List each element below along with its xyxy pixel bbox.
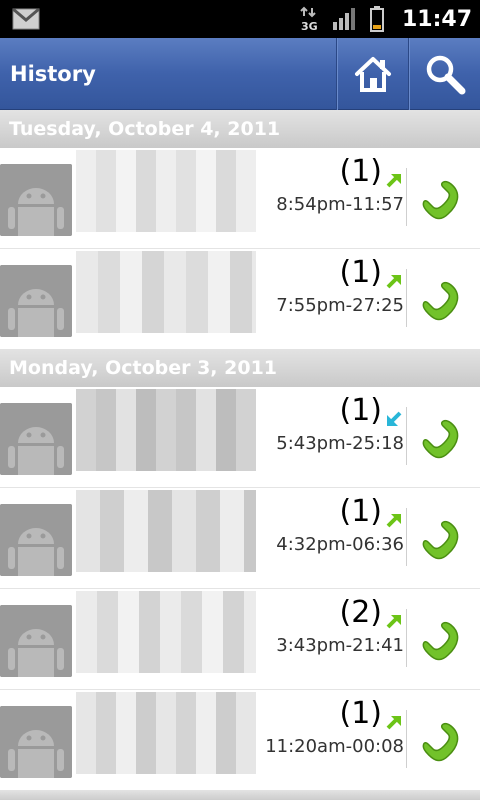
outgoing-call-arrow-icon bbox=[386, 174, 401, 188]
android-icon bbox=[0, 265, 72, 337]
call-time: 5:43pm-25:18 bbox=[276, 433, 404, 454]
call-count: (1) bbox=[339, 154, 383, 189]
home-button[interactable] bbox=[336, 38, 408, 110]
call-time: 7:55pm-27:25 bbox=[276, 295, 404, 316]
row-divider bbox=[406, 609, 407, 667]
contact-avatar bbox=[0, 605, 72, 677]
status-bar: 3G 11:47 bbox=[0, 0, 480, 38]
call-log-row[interactable]: (1) 4:32pm-06:36 bbox=[0, 488, 480, 589]
call-button-phone-icon[interactable] bbox=[418, 415, 470, 465]
call-time: 8:54pm-11:57 bbox=[276, 194, 404, 215]
title-bar: History bbox=[0, 38, 480, 110]
row-divider bbox=[406, 407, 407, 465]
call-time: 3:43pm-21:41 bbox=[276, 635, 404, 656]
row-divider bbox=[406, 269, 407, 327]
call-count: (1) bbox=[339, 255, 383, 290]
call-button-phone-icon[interactable] bbox=[418, 277, 470, 327]
gmail-icon bbox=[12, 8, 40, 30]
call-log-row[interactable]: (1) 8:54pm-11:57 bbox=[0, 148, 480, 249]
redacted-contact-name bbox=[76, 251, 256, 333]
battery-icon bbox=[369, 6, 384, 32]
call-count: (1) bbox=[339, 696, 383, 731]
call-button-phone-icon[interactable] bbox=[418, 718, 470, 768]
outgoing-call-arrow-icon bbox=[386, 514, 401, 528]
contact-avatar bbox=[0, 706, 72, 778]
call-count: (2) bbox=[339, 595, 383, 630]
redacted-contact-name bbox=[76, 692, 256, 774]
call-log-row[interactable]: (1) 11:20am-00:08 bbox=[0, 690, 480, 791]
redacted-contact-name bbox=[76, 490, 256, 572]
redacted-contact-name bbox=[76, 389, 256, 471]
android-icon bbox=[0, 605, 72, 677]
date-header: Tuesday, October 4, 2011 bbox=[0, 110, 480, 148]
call-log-row[interactable]: (2) 3:43pm-21:41 bbox=[0, 589, 480, 690]
call-log-row[interactable]: (1) 5:43pm-25:18 bbox=[0, 387, 480, 488]
contact-avatar bbox=[0, 504, 72, 576]
contact-avatar bbox=[0, 403, 72, 475]
outgoing-call-arrow-icon bbox=[386, 716, 401, 730]
search-button[interactable] bbox=[408, 38, 480, 110]
row-divider bbox=[406, 168, 407, 226]
redacted-contact-name bbox=[76, 150, 256, 232]
android-icon bbox=[0, 164, 72, 236]
row-divider bbox=[406, 508, 407, 566]
android-icon bbox=[0, 706, 72, 778]
date-header: Monday, October 3, 2011 bbox=[0, 349, 480, 387]
call-button-phone-icon[interactable] bbox=[418, 516, 470, 566]
android-icon bbox=[0, 403, 72, 475]
call-button-phone-icon[interactable] bbox=[418, 176, 470, 226]
row-divider bbox=[406, 710, 407, 768]
contact-avatar bbox=[0, 164, 72, 236]
incoming-call-arrow-icon bbox=[387, 411, 402, 426]
call-count: (1) bbox=[339, 494, 383, 529]
page-title: History bbox=[10, 62, 96, 86]
call-time: 4:32pm-06:36 bbox=[276, 534, 404, 555]
call-count: (1) bbox=[339, 393, 383, 428]
call-log-row[interactable]: (1) 7:55pm-27:25 bbox=[0, 249, 480, 350]
search-icon bbox=[426, 55, 465, 95]
call-time: 11:20am-00:08 bbox=[265, 736, 404, 757]
call-button-phone-icon[interactable] bbox=[418, 617, 470, 667]
home-icon bbox=[354, 57, 391, 92]
status-time: 11:47 bbox=[401, 6, 472, 32]
data-arrows-icon: 3G bbox=[300, 6, 318, 32]
contact-avatar bbox=[0, 265, 72, 337]
network-type: 3G bbox=[301, 20, 318, 32]
signal-icon bbox=[332, 8, 355, 30]
outgoing-call-arrow-icon bbox=[386, 615, 401, 629]
outgoing-call-arrow-icon bbox=[386, 275, 401, 289]
next-date-header-partial bbox=[0, 790, 480, 800]
redacted-contact-name bbox=[76, 591, 256, 673]
android-icon bbox=[0, 504, 72, 576]
